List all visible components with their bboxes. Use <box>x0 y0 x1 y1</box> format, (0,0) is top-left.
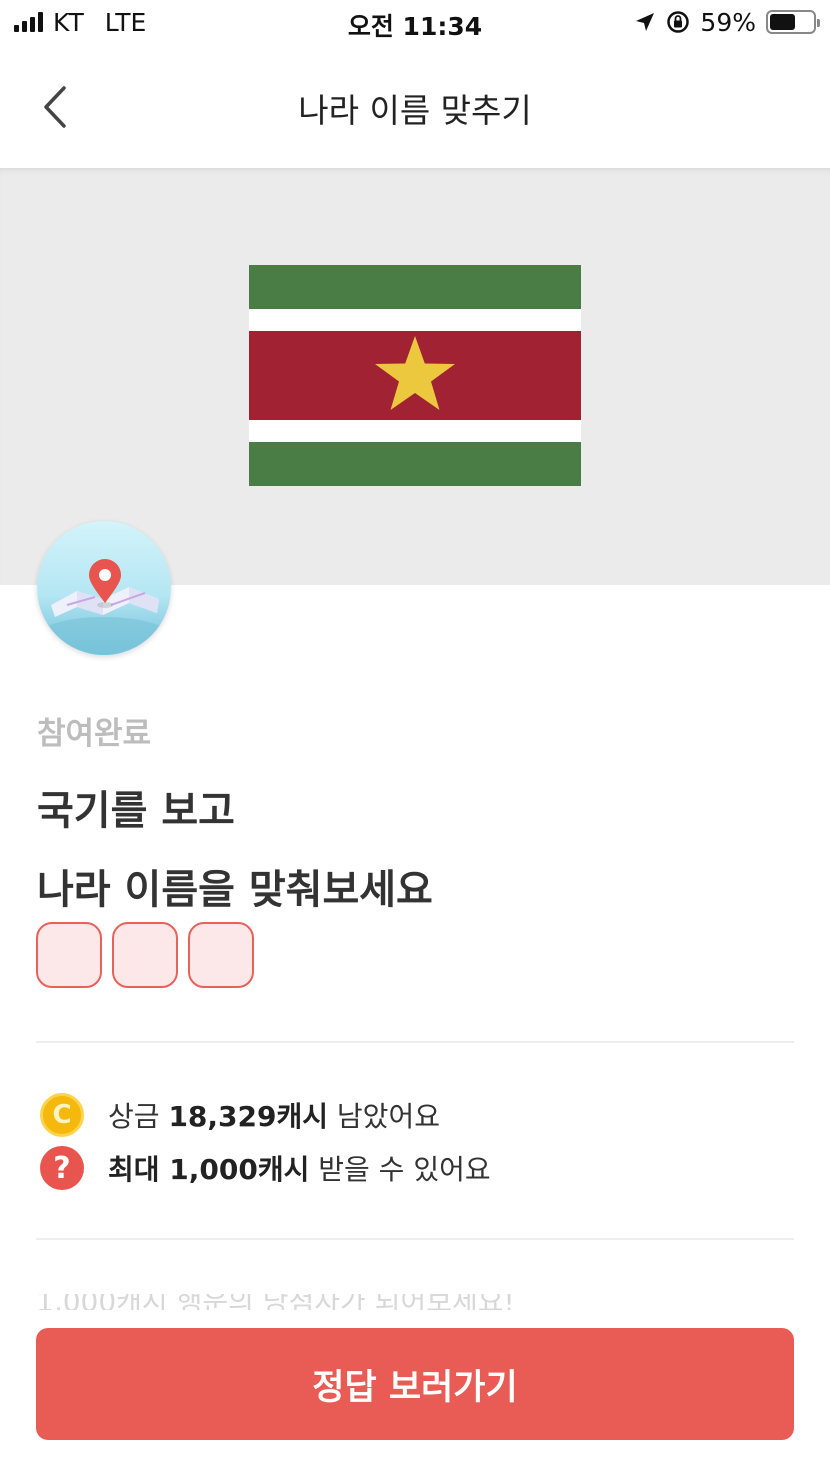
max-reward-amount: 최대 1,000캐시 <box>108 1153 310 1186</box>
participation-status: 참여완료 <box>37 716 152 752</box>
clipped-description-text: 1,000캐시 행운의 당첨자가 되어보세요! <box>36 1294 515 1310</box>
battery-percent: 59% <box>700 7 756 37</box>
prize-info-text: 상금 18,329캐시 남았어요 <box>108 1095 440 1135</box>
coin-icon: C <box>40 1093 84 1137</box>
max-reward-info-row: ? 최대 1,000캐시 받을 수 있어요 <box>40 1146 491 1190</box>
prize-prefix: 상금 <box>108 1100 160 1133</box>
location-arrow-icon <box>636 13 655 31</box>
map-pin-icon <box>37 521 171 655</box>
answer-boxes <box>36 922 254 988</box>
answer-box[interactable] <box>188 922 254 988</box>
quiz-title-line-1: 국기를 보고 <box>37 788 235 834</box>
divider <box>36 1041 794 1043</box>
battery-icon <box>766 10 820 34</box>
answer-box[interactable] <box>112 922 178 988</box>
prize-info-row: C 상금 18,329캐시 남았어요 <box>40 1093 440 1137</box>
status-bar-right: 59% <box>634 7 820 37</box>
page-title: 나라 이름 맞추기 <box>298 91 532 130</box>
prize-suffix: 남았어요 <box>336 1100 440 1133</box>
clipped-description: 1,000캐시 행운의 당첨자가 되어보세요! <box>36 1294 515 1310</box>
status-bar: KT LTE 오전 11:34 59% <box>0 0 830 46</box>
quiz-title: 국기를 보고 나라 이름을 맞춰보세요 <box>37 772 433 930</box>
map-pin-avatar <box>37 521 171 655</box>
suriname-flag <box>249 265 581 486</box>
quiz-title-line-2: 나라 이름을 맞춰보세요 <box>37 867 433 913</box>
navigation-bar: 나라 이름 맞추기 <box>0 46 830 168</box>
max-reward-text: 최대 1,000캐시 받을 수 있어요 <box>108 1148 491 1188</box>
question-icon: ? <box>40 1146 84 1190</box>
answer-box[interactable] <box>36 922 102 988</box>
see-answer-button[interactable]: 정답 보러가기 <box>36 1328 794 1440</box>
divider <box>36 1238 794 1240</box>
prize-amount: 18,329캐시 <box>168 1100 329 1133</box>
rotation-lock-icon <box>667 11 690 33</box>
flag-hero <box>0 168 830 585</box>
battery-fill <box>770 14 795 30</box>
max-reward-suffix: 받을 수 있어요 <box>318 1153 491 1186</box>
